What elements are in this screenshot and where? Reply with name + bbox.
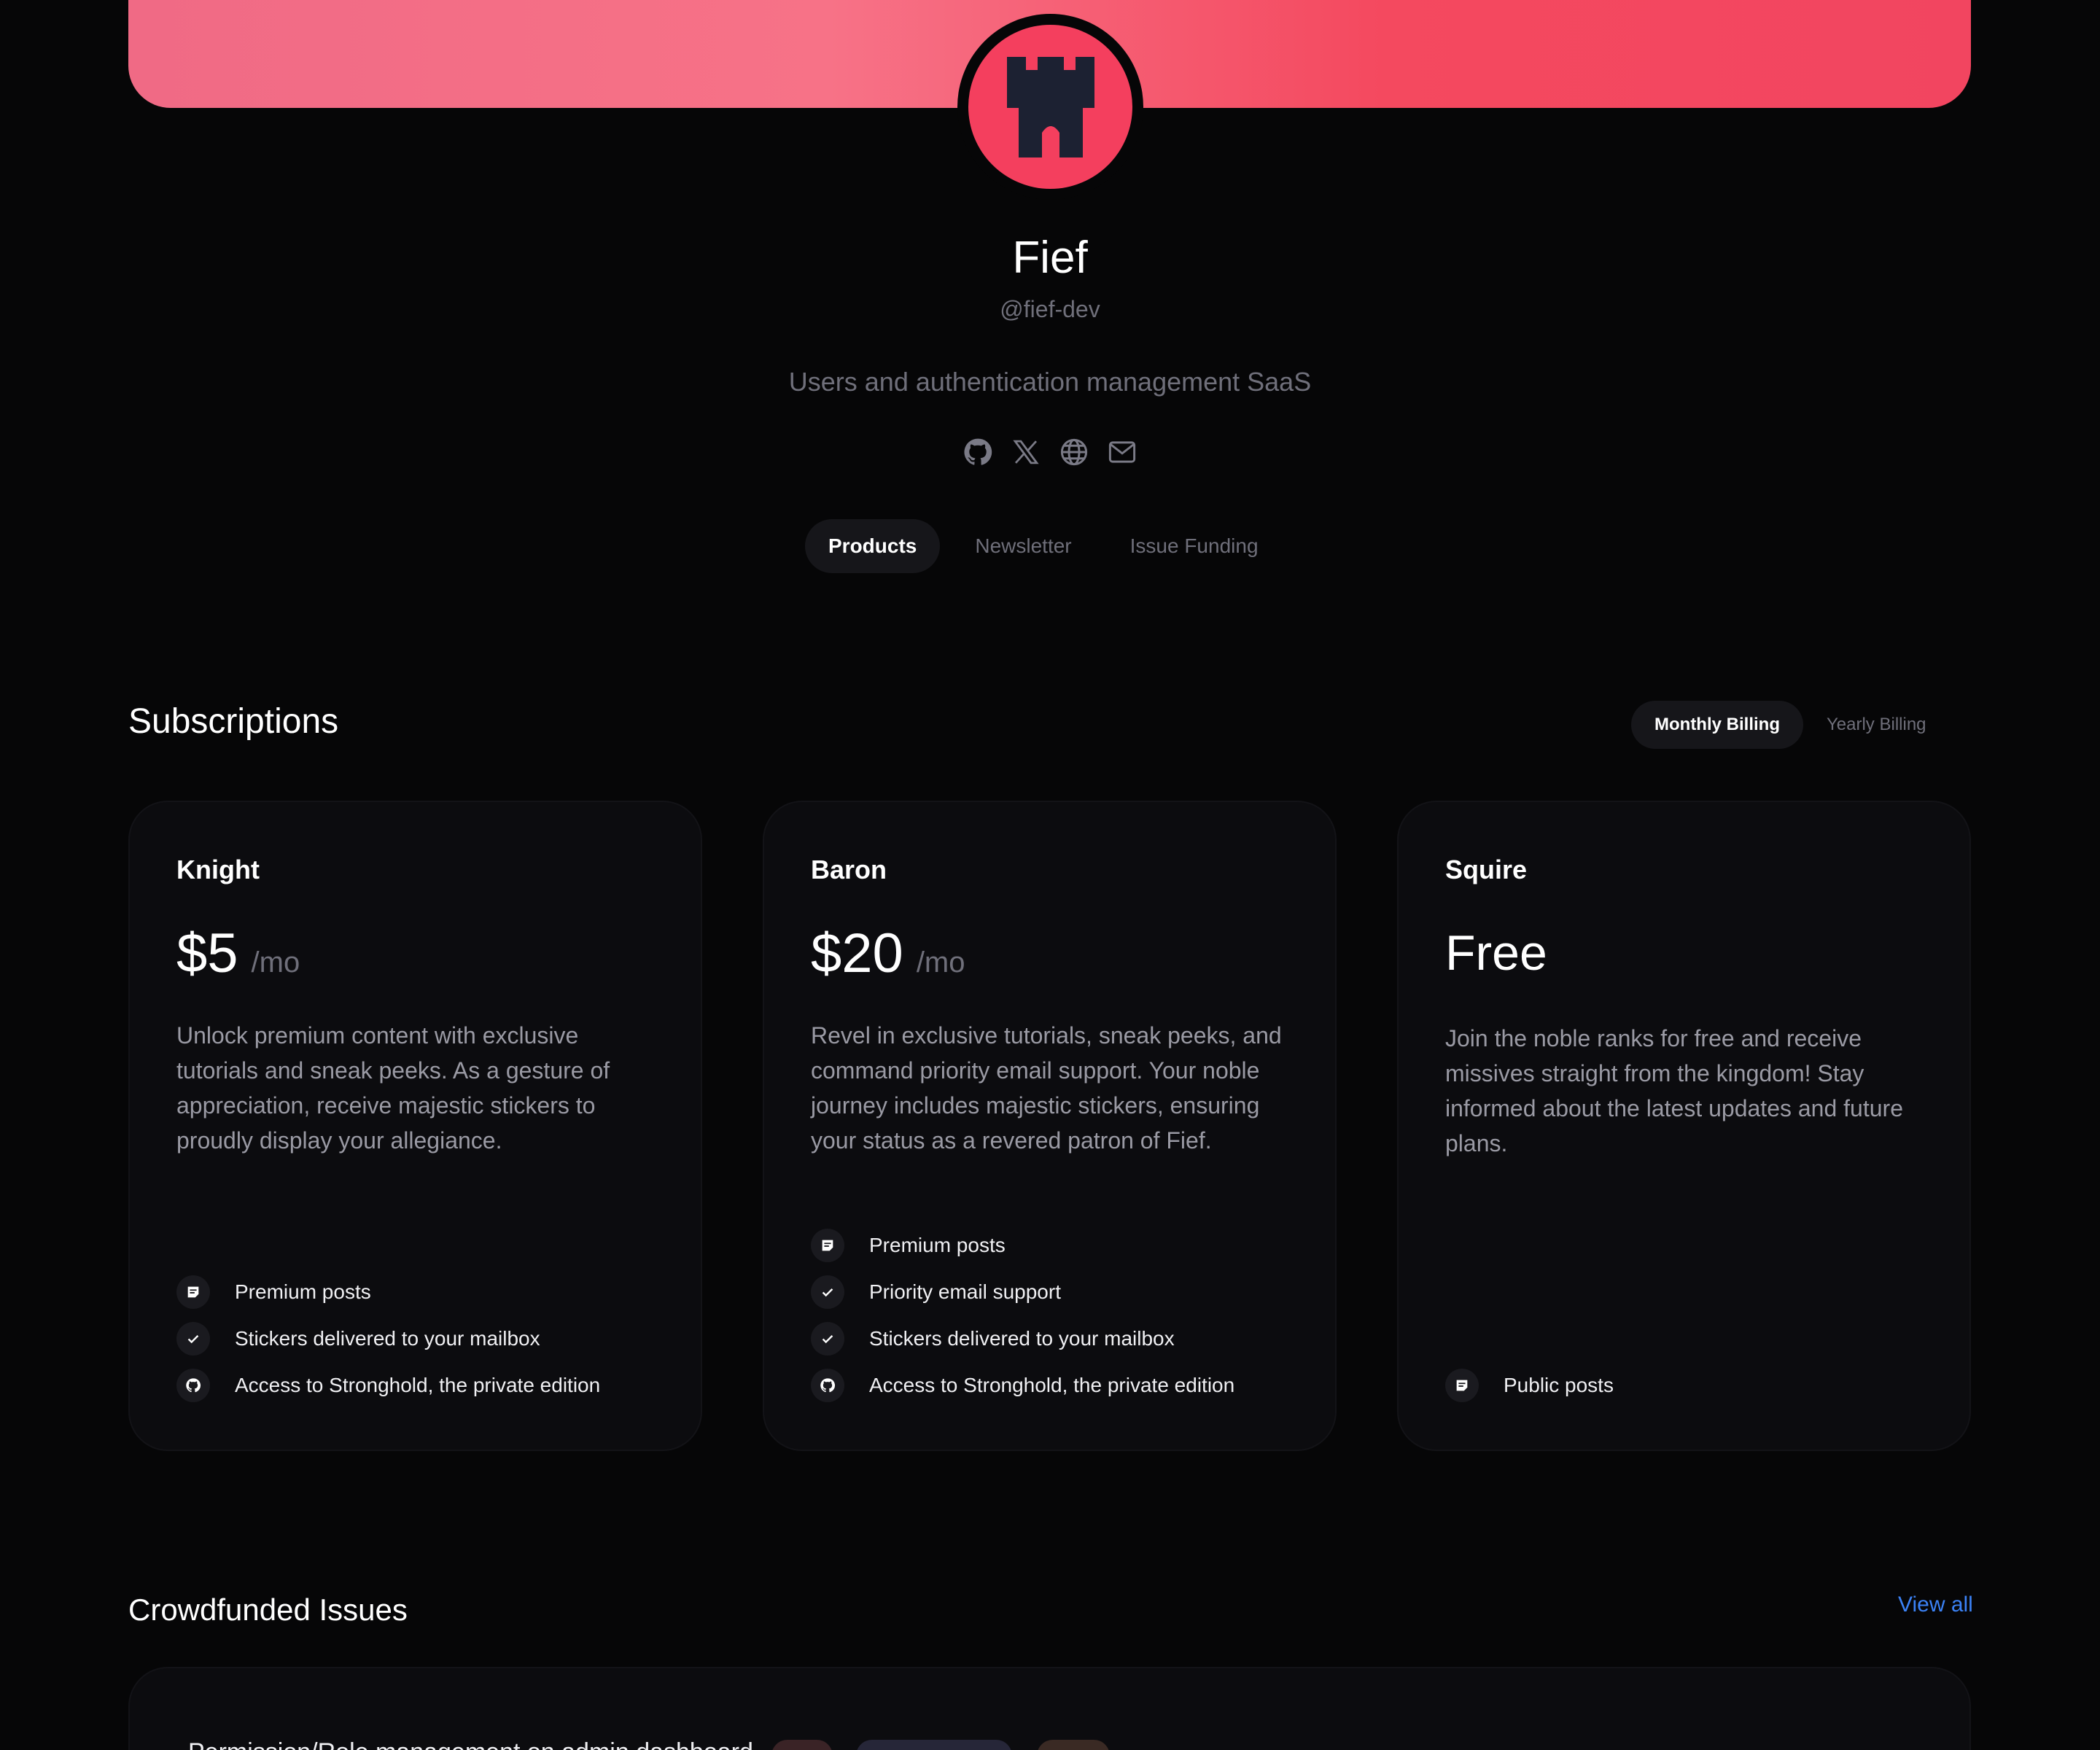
tier-features: Premium posts Priority email support Sti… [811, 1222, 1307, 1409]
subscriptions-title: Subscriptions [128, 702, 339, 741]
tier-price: $5 /mo [176, 922, 300, 985]
post-icon [1445, 1369, 1479, 1402]
tier-features: Public posts [1445, 1362, 1941, 1409]
github-icon [176, 1369, 210, 1402]
yearly-billing-button[interactable]: Yearly Billing [1803, 701, 1950, 749]
tier-feature: Public posts [1445, 1362, 1941, 1409]
tier-feature: Stickers delivered to your mailbox [176, 1315, 672, 1362]
post-icon [176, 1275, 210, 1309]
tier-feature-label: Stickers delivered to your mailbox [869, 1327, 1175, 1350]
tier-name: Knight [176, 855, 260, 884]
tier-feature: Access to Stronghold, the private editio… [176, 1362, 672, 1409]
castle-icon [1006, 56, 1094, 158]
globe-icon[interactable] [1058, 436, 1090, 468]
org-handle: @fief-dev [1000, 296, 1100, 322]
profile-tabs: Products Newsletter Issue Funding [805, 519, 1294, 573]
issue-label-badge [1037, 1740, 1110, 1750]
check-icon [176, 1322, 210, 1356]
tier-feature-label: Stickers delivered to your mailbox [235, 1327, 540, 1350]
tier-price: $20 /mo [811, 922, 965, 985]
monthly-billing-button[interactable]: Monthly Billing [1631, 701, 1803, 749]
tier-card-squire[interactable]: Squire Free Join the noble ranks for fre… [1397, 801, 1971, 1451]
tier-feature: Priority email support [811, 1269, 1307, 1315]
issue-label-badge [771, 1740, 833, 1750]
tier-features: Premium posts Stickers delivered to your… [176, 1269, 672, 1409]
avatar [968, 25, 1132, 189]
tab-issue-funding[interactable]: Issue Funding [1107, 519, 1282, 573]
tier-name: Baron [811, 855, 887, 884]
check-icon [811, 1275, 844, 1309]
tier-feature: Stickers delivered to your mailbox [811, 1315, 1307, 1362]
issue-title: Permission/Role management on admin dash… [188, 1738, 753, 1750]
check-icon [811, 1322, 844, 1356]
tier-card-knight[interactable]: Knight $5 /mo Unlock premium content wit… [128, 801, 702, 1451]
tier-price-amount: $5 [176, 922, 238, 984]
x-icon[interactable] [1010, 436, 1042, 468]
page: Fief @fief-dev Users and authentication … [0, 0, 2100, 1750]
social-links [0, 436, 2100, 468]
tier-price-amount: Free [1445, 925, 1547, 981]
tier-feature-label: Access to Stronghold, the private editio… [235, 1374, 601, 1396]
issue-label-badge [856, 1740, 1012, 1750]
tier-feature-label: Premium posts [869, 1234, 1006, 1256]
tier-feature-label: Public posts [1504, 1374, 1614, 1396]
tier-price-period: /mo [251, 946, 300, 979]
tab-newsletter[interactable]: Newsletter [952, 519, 1094, 573]
org-name: Fief [1012, 233, 1088, 283]
tier-feature-label: Premium posts [235, 1280, 371, 1303]
tier-price-period: /mo [916, 946, 965, 979]
tier-card-baron[interactable]: Baron $20 /mo Revel in exclusive tutoria… [763, 801, 1337, 1451]
tier-feature-label: Priority email support [869, 1280, 1061, 1303]
tier-feature-label: Access to Stronghold, the private editio… [869, 1374, 1235, 1396]
mail-icon[interactable] [1106, 436, 1138, 468]
billing-toggle: Monthly Billing Yearly Billing [1631, 701, 1950, 749]
tab-products[interactable]: Products [805, 519, 941, 573]
crowdfunded-title: Crowdfunded Issues [128, 1592, 408, 1627]
tier-feature: Access to Stronghold, the private editio… [811, 1362, 1307, 1409]
github-icon[interactable] [962, 436, 994, 468]
view-all-link[interactable]: View all [1898, 1592, 1973, 1617]
tier-feature: Premium posts [811, 1222, 1307, 1269]
tier-feature: Premium posts [176, 1269, 672, 1315]
github-icon [811, 1369, 844, 1402]
tier-name: Squire [1445, 855, 1528, 884]
issue-card[interactable]: Permission/Role management on admin dash… [128, 1667, 1971, 1750]
post-icon [811, 1229, 844, 1262]
org-description: Users and authentication management SaaS [788, 367, 1312, 397]
tier-description: Join the noble ranks for free and receiv… [1445, 1025, 1903, 1156]
tier-price-amount: $20 [811, 922, 903, 984]
tier-description: Unlock premium content with exclusive tu… [176, 1022, 610, 1154]
tier-description: Revel in exclusive tutorials, sneak peek… [811, 1022, 1282, 1154]
